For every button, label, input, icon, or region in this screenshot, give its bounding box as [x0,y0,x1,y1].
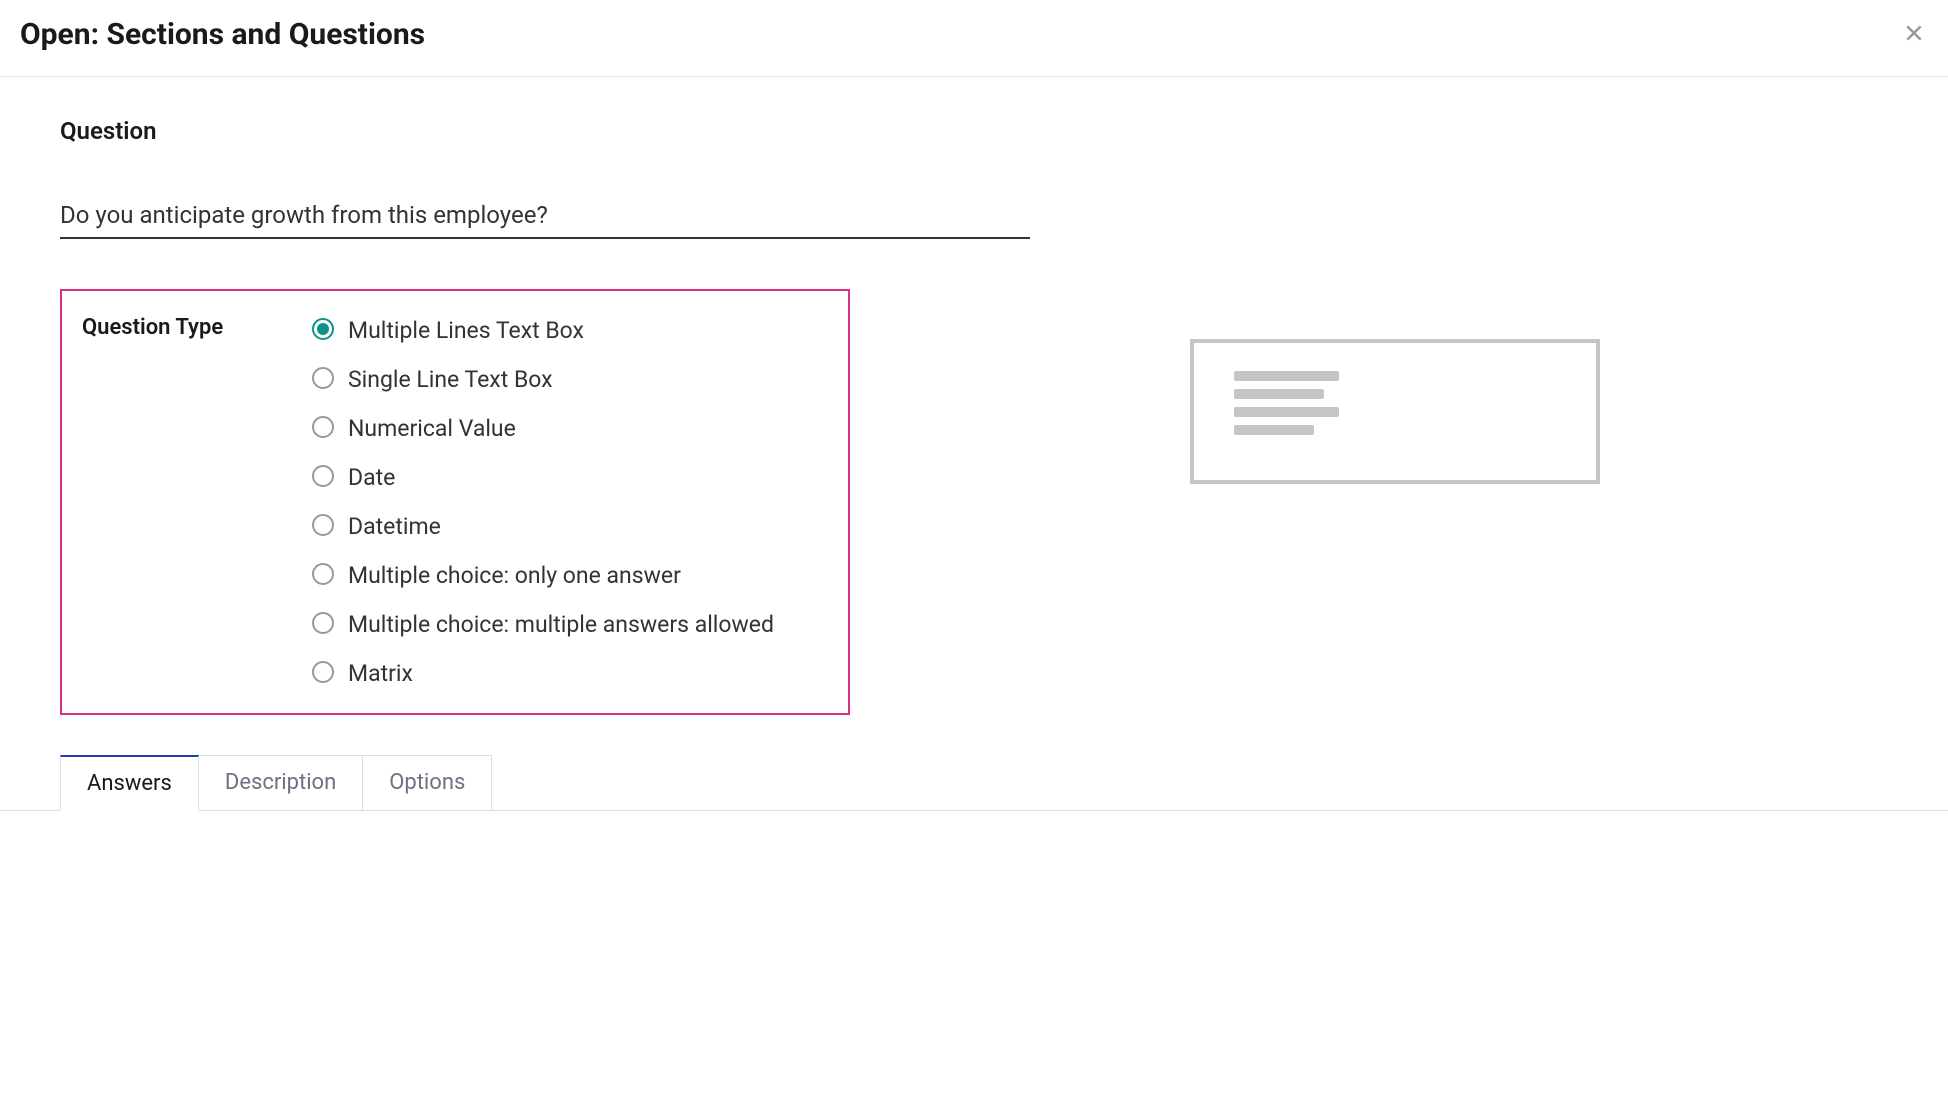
radio-label: Matrix [348,658,413,689]
radio-label: Date [348,462,395,493]
tab-options[interactable]: Options [363,755,492,811]
radio-label: Single Line Text Box [348,364,553,395]
close-icon[interactable] [1900,16,1928,52]
radio-label: Numerical Value [348,413,516,444]
radio-label: Multiple Lines Text Box [348,315,584,346]
question-input[interactable] [60,193,1030,239]
radio-label: Datetime [348,511,441,542]
tab-answers[interactable]: Answers [60,755,199,811]
radio-icon [312,367,334,389]
radio-icon [312,612,334,634]
radio-date[interactable]: Date [312,462,774,493]
radio-icon [312,416,334,438]
radio-icon [312,465,334,487]
modal-title: Open: Sections and Questions [20,17,425,52]
tab-description[interactable]: Description [199,755,363,811]
radio-numerical-value[interactable]: Numerical Value [312,413,774,444]
radio-matrix[interactable]: Matrix [312,658,774,689]
question-type-radio-group: Multiple Lines Text Box Single Line Text… [312,315,774,689]
radio-icon [312,514,334,536]
text-lines-icon [1234,371,1556,435]
radio-icon [312,318,334,340]
radio-multiple-choice-multiple[interactable]: Multiple choice: multiple answers allowe… [312,609,774,640]
question-label: Question [60,117,1888,145]
radio-icon [312,661,334,683]
radio-single-line-text-box[interactable]: Single Line Text Box [312,364,774,395]
radio-datetime[interactable]: Datetime [312,511,774,542]
tabs: Answers Description Options [0,755,1948,811]
radio-multiple-choice-one[interactable]: Multiple choice: only one answer [312,560,774,591]
question-type-box: Question Type Multiple Lines Text Box Si… [60,289,850,715]
radio-icon [312,563,334,585]
radio-label: Multiple choice: only one answer [348,560,681,591]
question-type-label: Question Type [82,315,282,689]
modal-header: Open: Sections and Questions [0,0,1948,77]
modal-content: Question Question Type Multiple Lines Te… [0,77,1948,851]
question-type-preview [1190,339,1600,484]
radio-multiple-lines-text-box[interactable]: Multiple Lines Text Box [312,315,774,346]
radio-label: Multiple choice: multiple answers allowe… [348,609,774,640]
